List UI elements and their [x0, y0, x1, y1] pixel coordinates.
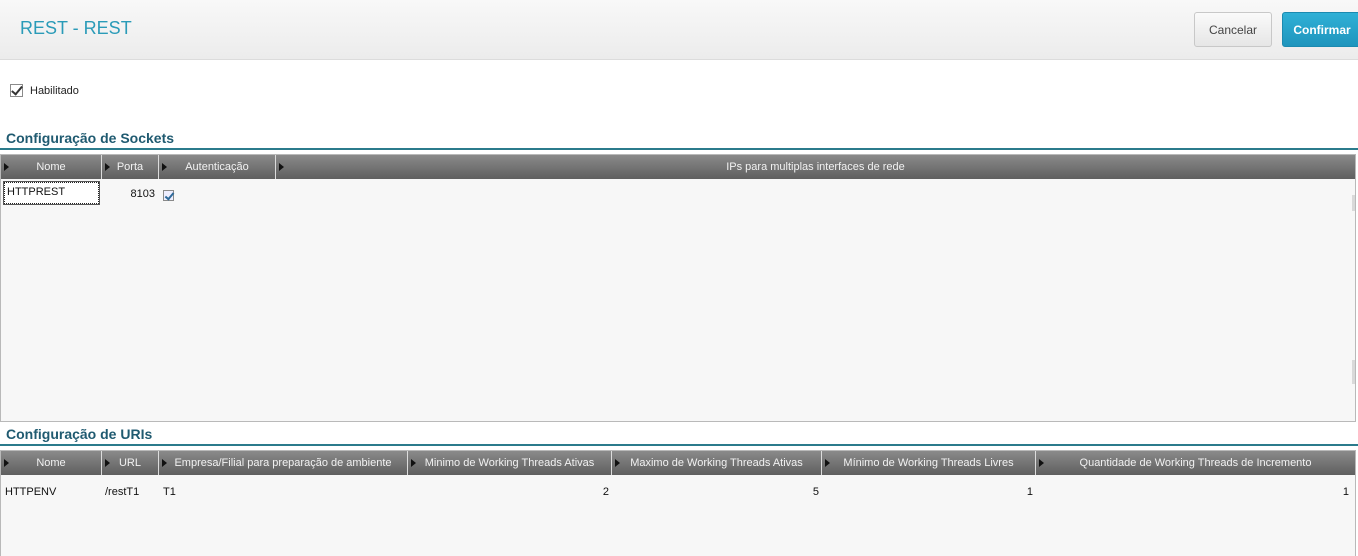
socket-porta-cell[interactable]: 8103 — [102, 188, 155, 200]
uris-grid: Nome URL Empresa/Filial para preparação … — [0, 450, 1356, 556]
enabled-checkbox[interactable] — [10, 84, 23, 97]
scrollbar-stub[interactable] — [1352, 195, 1355, 211]
socket-nome-cell[interactable]: HTTPREST — [3, 181, 100, 205]
uris-col-min-ativas[interactable]: Minimo de Working Threads Ativas — [408, 451, 612, 475]
column-menu-icon[interactable] — [279, 163, 284, 171]
column-menu-icon[interactable] — [411, 459, 416, 467]
uri-max-ativas-cell[interactable]: 5 — [612, 486, 819, 498]
uri-min-ativas-cell[interactable]: 2 — [408, 486, 609, 498]
uris-col-nome[interactable]: Nome — [1, 451, 102, 475]
column-menu-icon[interactable] — [825, 459, 830, 467]
cancel-button[interactable]: Cancelar — [1194, 12, 1272, 47]
uris-section-title: Configuração de URIs — [6, 426, 153, 442]
uris-grid-header: Nome URL Empresa/Filial para preparação … — [1, 451, 1355, 475]
page-title: REST - REST — [20, 18, 132, 38]
socket-autenticacao-checkbox[interactable] — [163, 190, 174, 201]
column-menu-icon[interactable] — [105, 459, 110, 467]
uri-min-livres-cell[interactable]: 1 — [822, 486, 1033, 498]
sockets-section-title: Configuração de Sockets — [6, 130, 175, 146]
enabled-label: Habilitado — [30, 84, 79, 97]
column-menu-icon[interactable] — [1039, 459, 1044, 467]
column-menu-icon[interactable] — [615, 459, 620, 467]
column-menu-icon[interactable] — [162, 163, 167, 171]
uris-col-empresa[interactable]: Empresa/Filial para preparação de ambien… — [159, 451, 408, 475]
uris-col-incremento[interactable]: Quantidade de Working Threads de Increme… — [1036, 451, 1355, 475]
column-menu-icon[interactable] — [105, 163, 110, 171]
sockets-grid: Nome Porta Autenticação IPs para multipl… — [0, 154, 1356, 422]
sockets-col-ips[interactable]: IPs para multiplas interfaces de rede — [276, 155, 1355, 179]
sockets-section-divider — [0, 148, 1358, 150]
scrollbar-stub[interactable] — [1352, 360, 1355, 384]
column-menu-icon[interactable] — [162, 459, 167, 467]
uris-col-url[interactable]: URL — [102, 451, 159, 475]
sockets-col-autenticacao[interactable]: Autenticação — [159, 155, 276, 179]
uri-incremento-cell[interactable]: 1 — [1036, 486, 1349, 498]
confirm-button[interactable]: Confirmar — [1282, 12, 1358, 47]
uri-nome-cell[interactable]: HTTPENV — [5, 486, 56, 498]
column-menu-icon[interactable] — [4, 163, 9, 171]
uri-empresa-cell[interactable]: T1 — [163, 486, 176, 498]
column-menu-icon[interactable] — [4, 459, 9, 467]
sockets-col-nome[interactable]: Nome — [1, 155, 102, 179]
enabled-row[interactable]: Habilitado — [10, 84, 79, 97]
sockets-col-porta[interactable]: Porta — [102, 155, 159, 179]
uris-col-max-ativas[interactable]: Maximo de Working Threads Ativas — [612, 451, 822, 475]
uris-section-divider — [0, 444, 1358, 446]
sockets-grid-header: Nome Porta Autenticação IPs para multipl… — [1, 155, 1355, 179]
uri-url-cell[interactable]: /restT1 — [105, 486, 139, 498]
uris-col-min-livres[interactable]: Mínimo de Working Threads Livres — [822, 451, 1036, 475]
header-bar: REST - REST Cancelar Confirmar — [0, 0, 1358, 60]
